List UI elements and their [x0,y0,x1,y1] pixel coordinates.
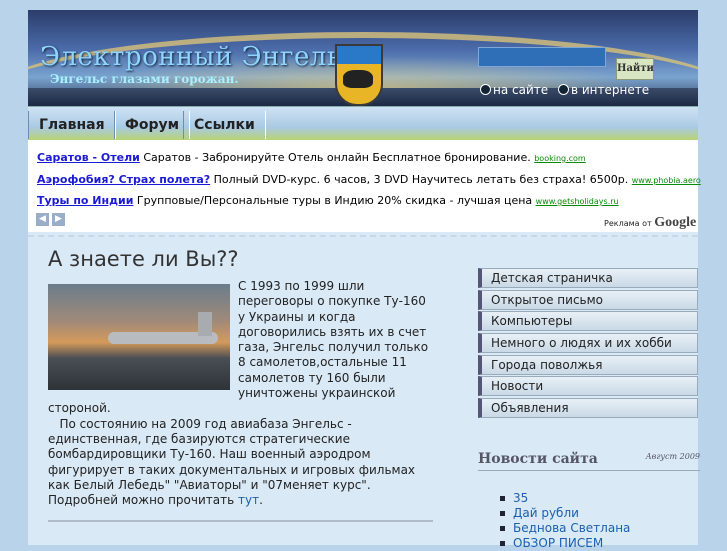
article-body: С 1993 по 1999 шли переговоры о покупке … [48,279,434,508]
ad-text: Полный DVD-курс. 6 часов, 3 DVD Научитес… [213,173,629,186]
sidebar-item-people[interactable]: Немного о людях и их хобби [478,332,698,353]
news-header: Новости сайта Август 2009 [478,448,700,467]
ad-next-icon[interactable]: ▶ [52,213,65,226]
ad-title[interactable]: Саратов - Отели [37,151,140,164]
article-p2: По состоянию на 2009 год авиабаза Энгель… [48,416,416,508]
article-more-link[interactable]: тут [238,493,259,507]
article-divider [48,520,433,522]
list-item: Дай рубли [500,506,630,521]
radio-site-label[interactable]: на сайте [493,83,548,97]
ad-url[interactable]: www.getsholidays.ru [536,197,619,206]
google-logo: Google [654,215,697,230]
sidebar-item-kids[interactable]: Детская страничка [478,268,698,288]
article-end: . [259,493,263,508]
divider [28,235,698,241]
ad-prev-icon[interactable]: ◀ [36,213,49,226]
news-link[interactable]: Дай рубли [513,506,579,520]
ad-item: Саратов - Отели Саратов - Забронируйте О… [37,151,586,164]
list-item: 35 [500,491,630,506]
ads-by-label: Реклама от [604,219,652,228]
sidebar-menu: Детская страничка Открытое письмо Компью… [478,268,698,419]
search-input[interactable] [478,47,606,67]
search-scope: на сайте в интернете [480,82,655,97]
nav-item-home[interactable]: Главная [28,111,116,139]
radio-internet-label[interactable]: в интернете [571,83,649,97]
news-link[interactable]: Беднова Светлана [513,521,630,535]
ad-block: Саратов - Отели Саратов - Забронируйте О… [28,140,701,233]
list-item: ОБЗОР ПИСЕМ [500,536,630,551]
nav-item-links[interactable]: Ссылки [183,111,266,139]
list-item: Беднова Светлана [500,521,630,536]
ad-item: Аэрофобия? Страх полета? Полный DVD-курс… [37,173,701,186]
radio-internet-icon[interactable] [557,84,569,95]
ad-title[interactable]: Аэрофобия? Страх полета? [37,173,210,186]
ads-by-google[interactable]: Реклама от Google [604,215,696,231]
nav-item-forum[interactable]: Форум [114,111,191,139]
news-date: Август 2009 [645,452,700,461]
ad-url[interactable]: booking.com [534,154,586,163]
sidebar-item-cities[interactable]: Города поволжья [478,354,698,375]
sidebar-item-ads[interactable]: Объявления [478,397,698,418]
search-button[interactable]: Найти [616,58,654,80]
ad-text: Групповые/Персональные туры в Индию 20% … [136,194,533,207]
news-divider [478,470,700,471]
news-list: 35 Дай рубли Беднова Светлана ОБЗОР ПИСЕ… [500,491,630,551]
ad-text: Саратов - Забронируйте Отель онлайн Бесп… [143,151,531,164]
news-link[interactable]: ОБЗОР ПИСЕМ [513,536,603,550]
ad-url[interactable]: www.phobia.aero [632,176,701,185]
city-emblem-icon [335,44,383,106]
main-nav: Главная Форум Ссылки [28,106,698,141]
news-link[interactable]: 35 [513,491,528,505]
sidebar-item-computers[interactable]: Компьютеры [478,311,698,332]
radio-site-icon[interactable] [480,84,491,95]
ad-title[interactable]: Туры по Индии [37,194,133,207]
ad-item: Туры по Индии Групповые/Персональные тур… [37,194,619,207]
article-heading: А знаете ли Вы?? [48,247,239,271]
site-title[interactable]: Электронный Энгельс [40,42,357,72]
site-subtitle: Энгельс глазами горожан. [50,72,239,86]
sidebar-item-open-letter[interactable]: Открытое письмо [478,289,698,310]
sidebar-item-news[interactable]: Новости [478,376,698,397]
news-title: Новости сайта [478,451,598,467]
